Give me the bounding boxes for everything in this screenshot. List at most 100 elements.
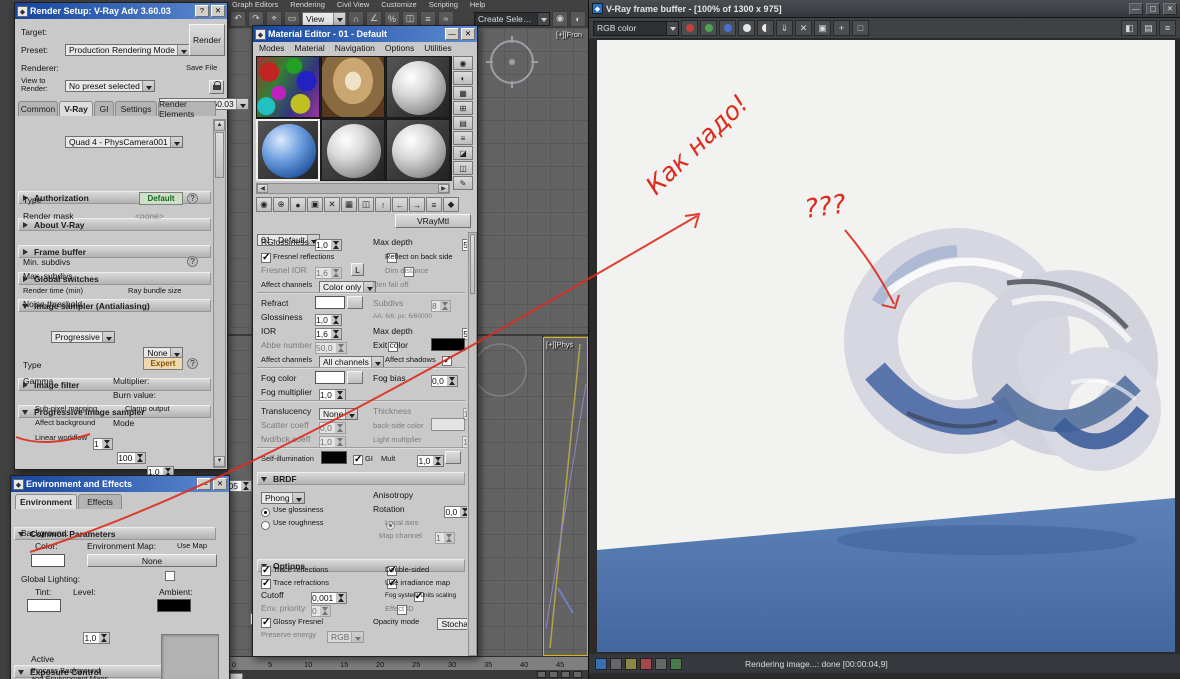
show-end-result-icon[interactable]: ◫ bbox=[358, 197, 374, 212]
scroll-down-icon[interactable]: ▼ bbox=[214, 456, 225, 467]
level-spinner[interactable]: 1,0 bbox=[83, 632, 111, 644]
mult-spinner[interactable]: 1,0 bbox=[417, 455, 445, 467]
put-to-library-icon[interactable]: ◆ bbox=[443, 197, 459, 212]
scroll-up-icon[interactable]: ▲ bbox=[214, 120, 225, 131]
menu-material[interactable]: Material bbox=[295, 43, 325, 53]
menu-scripting[interactable]: Scripting bbox=[429, 0, 458, 9]
track-mouse-icon[interactable]: + bbox=[833, 20, 850, 36]
target-dropdown[interactable]: Production Rendering Mode bbox=[65, 44, 190, 56]
min-subdivs-spinner[interactable]: 1 bbox=[93, 438, 113, 450]
sample-slot-sphere[interactable] bbox=[386, 119, 450, 181]
timeline-ruler[interactable]: 0 5 10 15 20 25 30 35 40 45 bbox=[228, 656, 588, 670]
scroll-thumb[interactable] bbox=[215, 132, 224, 178]
view-dropdown[interactable]: View bbox=[302, 11, 346, 26]
show-map-in-viewport-icon[interactable]: ▦ bbox=[341, 197, 357, 212]
lock-view-button[interactable] bbox=[209, 80, 224, 94]
select-by-material-icon[interactable]: ◫ bbox=[453, 161, 473, 175]
menu-options[interactable]: Options bbox=[385, 43, 414, 53]
refract-map-button[interactable] bbox=[347, 296, 363, 309]
self-illumination-swatch[interactable] bbox=[321, 451, 347, 464]
tint-color-swatch[interactable] bbox=[27, 599, 61, 612]
render-button[interactable]: Render bbox=[189, 24, 225, 56]
menu-help[interactable]: Help bbox=[470, 0, 485, 9]
blue-channel-icon[interactable] bbox=[719, 20, 736, 36]
material-id-icon[interactable]: ≡ bbox=[426, 197, 442, 212]
scroll-right-icon[interactable]: ▶ bbox=[438, 184, 449, 193]
vfb-minimize-button[interactable]: — bbox=[1129, 2, 1143, 15]
max-subdivs-spinner[interactable]: 100 bbox=[117, 452, 147, 464]
status-icon[interactable] bbox=[561, 671, 570, 678]
render-setup-close-button[interactable]: ✕ bbox=[211, 5, 225, 17]
fresnel-reflections-checkbox[interactable] bbox=[261, 252, 271, 263]
sampler-type-dropdown[interactable]: Progressive bbox=[51, 331, 115, 343]
color-corrections-icon[interactable]: ◧ bbox=[1121, 20, 1138, 36]
duplicate-buffer-icon[interactable]: ▣ bbox=[814, 20, 831, 36]
go-forward-icon[interactable]: → bbox=[409, 197, 425, 212]
reset-map-icon[interactable]: ▣ bbox=[307, 197, 323, 212]
menu-utilities[interactable]: Utilities bbox=[424, 43, 451, 53]
help-circle-icon[interactable]: ? bbox=[187, 193, 198, 204]
sample-type-icon[interactable]: ◉ bbox=[453, 56, 473, 70]
sample-slot-checker[interactable] bbox=[256, 56, 320, 118]
affect-shadows-checkbox[interactable] bbox=[442, 355, 453, 366]
tab-vray[interactable]: V-Ray bbox=[59, 101, 93, 116]
preserve-energy-dropdown[interactable]: RGB bbox=[327, 631, 365, 643]
vfb-settings-icon[interactable]: ≡ bbox=[1159, 20, 1176, 36]
tab-common[interactable]: Common bbox=[18, 101, 58, 116]
tab-render-elements[interactable]: Render Elements bbox=[158, 99, 216, 119]
material-editor-close-button[interactable]: ✕ bbox=[461, 28, 475, 40]
exit-color-swatch[interactable] bbox=[431, 338, 465, 351]
background-icon[interactable]: ▦ bbox=[453, 86, 473, 100]
back-side-color-swatch[interactable] bbox=[431, 418, 465, 431]
make-unique-icon[interactable]: ✕ bbox=[324, 197, 340, 212]
scroll-left-icon[interactable]: ◀ bbox=[257, 184, 268, 193]
help-circle-icon[interactable]: ? bbox=[187, 358, 198, 369]
environment-effects-titlebar[interactable]: ◆ Environment and Effects — ✕ bbox=[11, 476, 229, 492]
vfb-close-button[interactable]: ✕ bbox=[1163, 2, 1177, 15]
render-mask-map[interactable]: <none> bbox=[135, 211, 164, 221]
clear-image-icon[interactable]: ✕ bbox=[795, 20, 812, 36]
render-setup-icon[interactable]: ◐ bbox=[570, 10, 586, 27]
red-channel-icon[interactable] bbox=[681, 20, 698, 36]
assign-material-icon[interactable]: ● bbox=[290, 197, 306, 212]
tab-gi[interactable]: GI bbox=[94, 101, 114, 116]
get-material-icon[interactable]: ◉ bbox=[256, 197, 272, 212]
self-illumination-gi-checkbox[interactable] bbox=[353, 454, 363, 465]
region-render-icon[interactable]: □ bbox=[852, 20, 869, 36]
vfb-stop-render-icon[interactable] bbox=[640, 657, 652, 670]
menu-customize[interactable]: Customize bbox=[381, 0, 416, 9]
menu-graph-editors[interactable]: Graph Editors bbox=[232, 0, 278, 9]
material-map-navigator-icon[interactable]: ✎ bbox=[453, 176, 473, 190]
vfb-titlebar[interactable]: ◆ V-Ray frame buffer - [100% of 1300 x 9… bbox=[589, 0, 1180, 18]
menu-navigation[interactable]: Navigation bbox=[335, 43, 375, 53]
video-color-check-icon[interactable]: ▤ bbox=[453, 116, 473, 130]
material-editor-scrollbar[interactable] bbox=[468, 232, 477, 656]
monochrome-icon[interactable] bbox=[757, 20, 774, 36]
view-to-render-dropdown[interactable]: Quad 4 - PhysCamera001 bbox=[65, 136, 183, 148]
viewport-label-front[interactable]: [+][Fron bbox=[556, 30, 582, 39]
vfb-log-icon[interactable] bbox=[610, 657, 622, 670]
status-icon[interactable] bbox=[537, 671, 546, 678]
tab-effects[interactable]: Effects bbox=[78, 494, 122, 509]
create-selection-set-field[interactable]: Create Selection Se bbox=[474, 11, 550, 26]
vfb-channel-dropdown[interactable]: RGB color bbox=[593, 20, 679, 36]
self-illumination-map-button[interactable] bbox=[445, 451, 461, 464]
help-circle-icon[interactable]: ? bbox=[187, 256, 198, 267]
material-editor-icon[interactable]: ◉ bbox=[552, 10, 568, 27]
refract-color-swatch[interactable] bbox=[315, 296, 345, 309]
sample-slot-active-material[interactable] bbox=[256, 119, 320, 181]
vfb-info-icon[interactable] bbox=[595, 657, 607, 670]
render-setup-titlebar[interactable]: ◆ Render Setup: V-Ray Adv 3.60.03 ? ✕ bbox=[15, 3, 227, 19]
menu-rendering[interactable]: Rendering bbox=[290, 0, 325, 9]
make-preview-icon[interactable]: ≡ bbox=[453, 131, 473, 145]
vfb-image-area[interactable] bbox=[597, 40, 1175, 652]
fresnel-ior-lock-button[interactable]: L bbox=[351, 263, 364, 276]
vfb-pause-render-icon[interactable] bbox=[655, 657, 667, 670]
vfb-maximize-button[interactable]: ▢ bbox=[1146, 2, 1160, 15]
green-channel-icon[interactable] bbox=[700, 20, 717, 36]
vfb-progress-icon[interactable] bbox=[625, 657, 637, 670]
render-setup-help-button[interactable]: ? bbox=[195, 5, 209, 17]
sample-slot-sphere[interactable] bbox=[321, 119, 385, 181]
go-backward-icon[interactable]: ← bbox=[392, 197, 408, 212]
map-channel-spinner[interactable]: 1 bbox=[435, 532, 455, 544]
